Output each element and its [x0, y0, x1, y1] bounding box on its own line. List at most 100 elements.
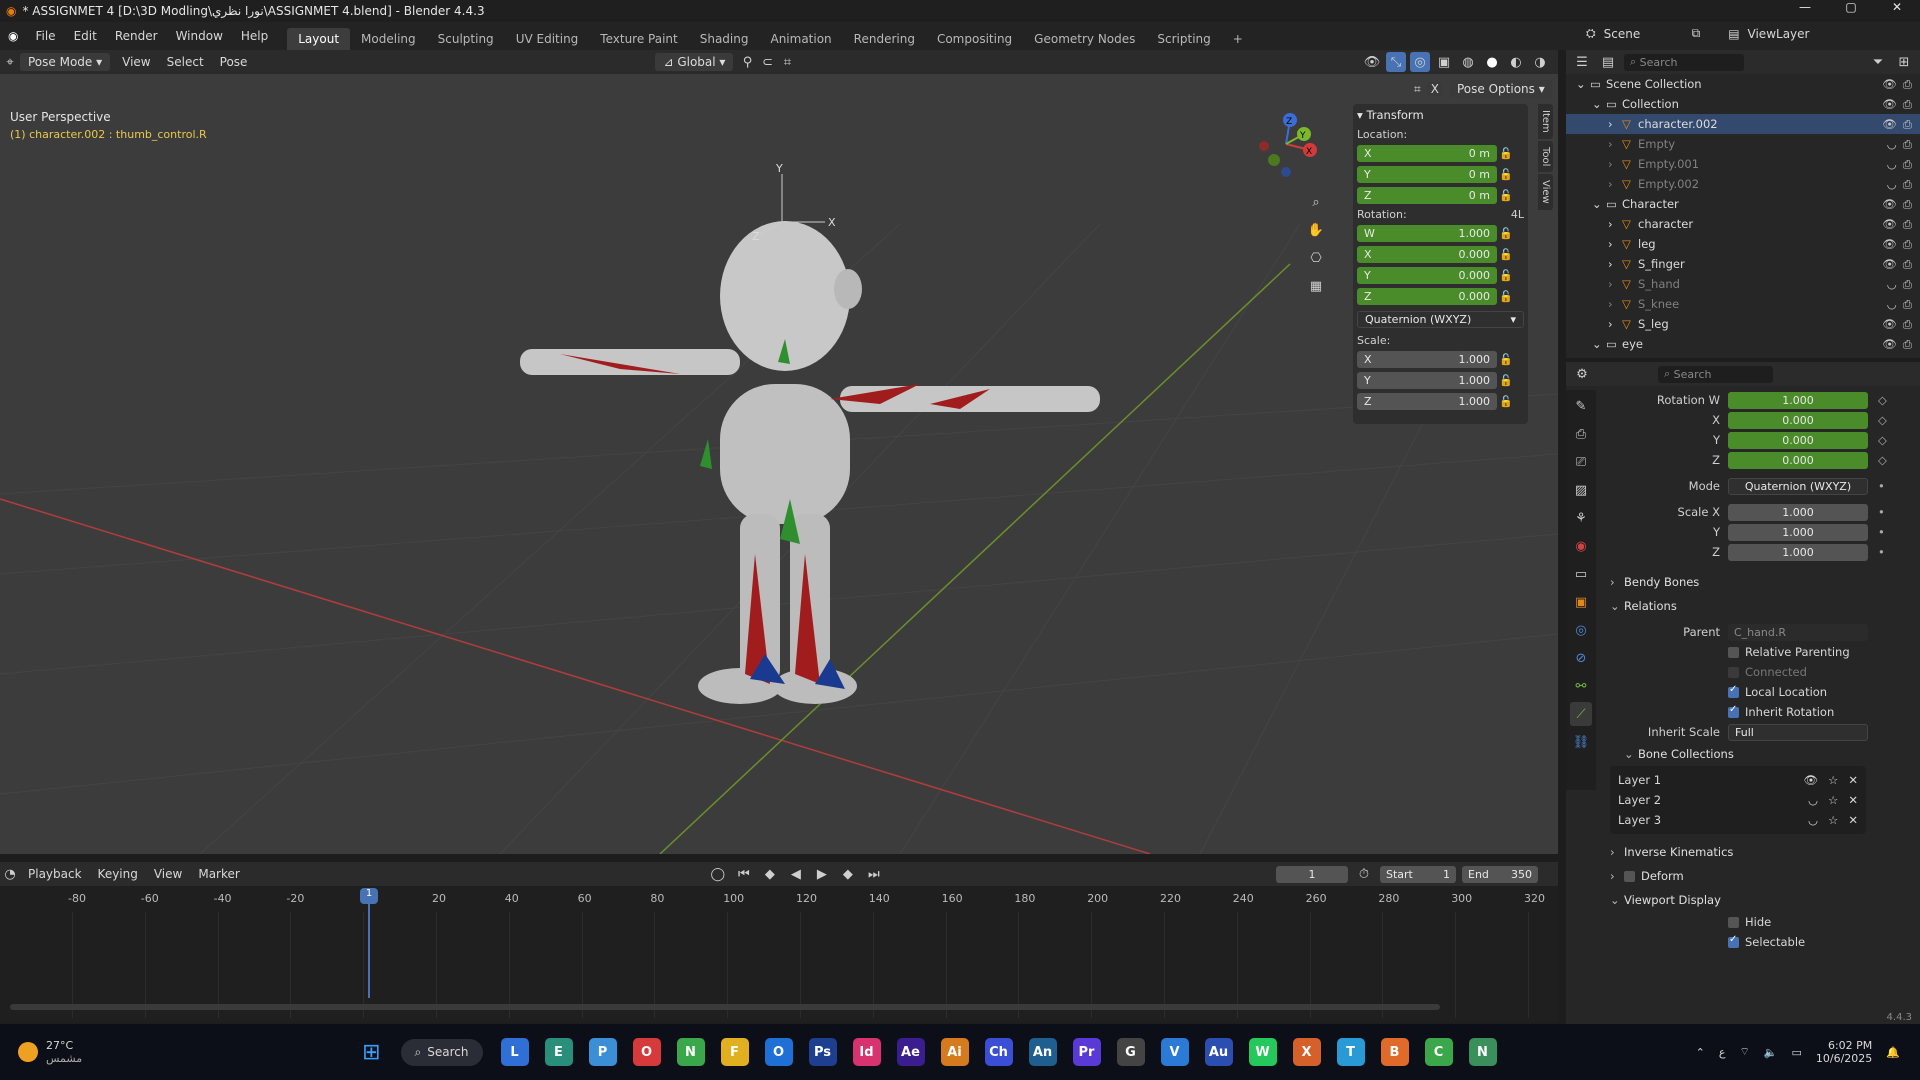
keyframe-dot-icon[interactable]: • — [1878, 479, 1885, 493]
taskbar-app-icon[interactable]: N — [1468, 1038, 1497, 1066]
rotation-z-field[interactable]: Z 0.000 — [1357, 288, 1497, 305]
taskbar-app-icon[interactable]: Ps — [808, 1038, 837, 1066]
solid-shading-icon[interactable]: ● — [1482, 52, 1502, 72]
taskbar-app-icon[interactable]: B — [1380, 1038, 1409, 1066]
menu-render[interactable]: Render — [106, 29, 167, 43]
chevron-right-icon[interactable]: › — [1608, 137, 1622, 151]
chevron-right-icon[interactable]: › — [1608, 297, 1622, 311]
play-reverse-icon[interactable]: ◀ — [786, 864, 806, 884]
close-button[interactable]: ✕ — [1874, 0, 1920, 14]
start-frame-field[interactable]: Start 1 — [1380, 865, 1456, 883]
outliner-item[interactable]: › ▽ S_knee ◡ ⎙ — [1566, 294, 1920, 314]
local-location-checkbox[interactable] — [1728, 684, 1739, 698]
tab-item[interactable]: Item — [1538, 104, 1553, 139]
taskbar-app-icon[interactable]: Id — [852, 1038, 881, 1066]
timeline-editor[interactable]: ◔ Playback Keying View Marker ◯ ⏮ ◆ ◀ ▶ … — [0, 862, 1558, 1022]
keyframe-dot-icon[interactable]: • — [1878, 545, 1885, 559]
taskbar-app-icon[interactable]: G — [1116, 1038, 1145, 1066]
visibility-eye-icon[interactable]: ◡ — [1808, 793, 1818, 807]
visibility-eye-icon[interactable]: 👁 — [1803, 773, 1818, 787]
lock-icon[interactable]: 🔓 — [1497, 374, 1515, 387]
pivot-icon[interactable]: ⚲ — [737, 52, 757, 72]
bone-collection-item[interactable]: Layer 3 ◡ ☆ ✕ — [1610, 810, 1866, 830]
tab-layout[interactable]: Layout — [287, 28, 351, 50]
outliner-item[interactable]: › ▽ S_hand ◡ ⎙ — [1566, 274, 1920, 294]
bone-collection-item[interactable]: Layer 2 ◡ ☆ ✕ — [1610, 790, 1866, 810]
chevron-right-icon[interactable]: › — [1608, 217, 1622, 231]
new-collection-icon[interactable]: ⊞ — [1894, 52, 1914, 72]
view-menu[interactable]: View — [114, 55, 158, 69]
location-x-field[interactable]: X 0 m — [1357, 145, 1497, 162]
current-frame-field[interactable]: 1 — [1276, 865, 1348, 883]
render-camera-icon[interactable]: ⎙ — [1903, 137, 1912, 152]
lock-icon[interactable]: 🔓 — [1497, 290, 1515, 303]
inherit-scale-dropdown[interactable]: Full — [1728, 723, 1868, 741]
star-icon[interactable]: ☆ — [1828, 773, 1838, 787]
chevron-right-icon[interactable]: › — [1608, 157, 1622, 171]
timeline-scrollbar[interactable] — [10, 1004, 1440, 1010]
taskbar-app-icon[interactable]: E — [544, 1038, 573, 1066]
outliner-item[interactable]: › ▽ character.002 👁 ⎙ — [1566, 114, 1920, 134]
keying-menu[interactable]: Keying — [90, 867, 146, 881]
tab-animation[interactable]: Animation — [759, 28, 842, 50]
pan-hand-icon[interactable]: ✋ — [1306, 220, 1326, 240]
chevron-down-icon[interactable]: ⌄ — [1592, 337, 1606, 351]
maximize-button[interactable]: ▢ — [1828, 0, 1874, 14]
prev-keyframe-icon[interactable]: ◆ — [760, 864, 780, 884]
lock-icon[interactable]: 🔓 — [1497, 227, 1515, 240]
minimize-button[interactable]: — — [1782, 0, 1828, 14]
outliner-item[interactable]: ⌄ ▭ Character 👁 ⎙ — [1566, 194, 1920, 214]
taskbar-app-icon[interactable]: P — [588, 1038, 617, 1066]
scale-y-field[interactable]: 1.000 — [1728, 523, 1868, 541]
chevron-right-icon[interactable]: › — [1608, 237, 1622, 251]
chevron-right-icon[interactable]: › — [1608, 177, 1622, 191]
deform-panel[interactable]: › Deform — [1610, 864, 1920, 888]
play-icon[interactable]: ▶ — [812, 864, 832, 884]
constraints-tab-icon[interactable]: ⊘ — [1570, 646, 1592, 670]
lock-icon[interactable]: 🔓 — [1497, 269, 1515, 282]
taskbar-app-icon[interactable]: An — [1028, 1038, 1057, 1066]
taskbar-search[interactable]: ⌕ Search — [400, 1038, 483, 1066]
tray-chevron-icon[interactable]: ⌃ — [1696, 1046, 1705, 1059]
visibility-eye-icon[interactable]: ◡ — [1887, 297, 1897, 312]
weather-widget[interactable]: 27°C مشمس — [18, 1039, 82, 1065]
new-scene-icon[interactable]: ⧉ — [1692, 26, 1701, 41]
render-camera-icon[interactable]: ⎙ — [1903, 177, 1912, 192]
tab-modeling[interactable]: Modeling — [350, 28, 427, 50]
render-tab-icon[interactable]: ⎙ — [1570, 422, 1592, 446]
render-camera-icon[interactable]: ⎙ — [1903, 277, 1912, 292]
visibility-eye-icon[interactable]: 👁 — [1882, 257, 1897, 272]
visibility-eye-icon[interactable]: ◡ — [1887, 137, 1897, 152]
rotation-w-field[interactable]: 1.000 — [1728, 391, 1868, 409]
menu-file[interactable]: File — [26, 29, 64, 43]
outliner-item[interactable]: › ▽ leg 👁 ⎙ — [1566, 234, 1920, 254]
keyframe-dot-icon[interactable]: • — [1878, 505, 1885, 519]
outliner-item[interactable]: ⌄ ▭ Scene Collection 👁 ⎙ — [1566, 74, 1920, 94]
taskbar-app-icon[interactable]: Au — [1204, 1038, 1233, 1066]
viewlayer-selector[interactable]: ViewLayer — [1748, 27, 1810, 41]
render-camera-icon[interactable]: ⎙ — [1903, 157, 1912, 172]
close-icon[interactable]: ✕ — [1848, 773, 1858, 787]
marker-menu[interactable]: Marker — [190, 867, 247, 881]
collection-tab-icon[interactable]: ▭ — [1570, 562, 1592, 586]
outliner-item[interactable]: › ▽ Empty ◡ ⎙ — [1566, 134, 1920, 154]
tab-rendering[interactable]: Rendering — [843, 28, 926, 50]
wireframe-shading-icon[interactable]: ◍ — [1458, 52, 1478, 72]
taskbar-app-icon[interactable]: T — [1336, 1038, 1365, 1066]
scale-x-field[interactable]: 1.000 — [1728, 503, 1868, 521]
snap-icon[interactable]: ⊂ — [757, 52, 777, 72]
windows-start-icon[interactable]: ⊞ — [362, 1040, 380, 1065]
playhead[interactable] — [368, 888, 370, 998]
hide-checkbox[interactable] — [1728, 916, 1739, 928]
playhead-frame[interactable]: 1 — [360, 888, 378, 904]
keyframe-icon[interactable]: ◇ — [1878, 433, 1887, 447]
tab-texture-paint[interactable]: Texture Paint — [589, 28, 688, 50]
navigation-gizmo[interactable]: Z X Y — [1246, 104, 1326, 184]
jump-end-icon[interactable]: ⏭ — [864, 864, 884, 884]
clock[interactable]: 6:02 PM 10/6/2025 — [1816, 1039, 1872, 1065]
keyframe-icon[interactable]: ◇ — [1878, 393, 1887, 407]
keyframe-icon[interactable]: ◇ — [1878, 413, 1887, 427]
render-camera-icon[interactable]: ⎙ — [1903, 257, 1912, 272]
tab-view[interactable]: View — [1538, 174, 1553, 210]
battery-icon[interactable]: ▭ — [1791, 1046, 1801, 1059]
